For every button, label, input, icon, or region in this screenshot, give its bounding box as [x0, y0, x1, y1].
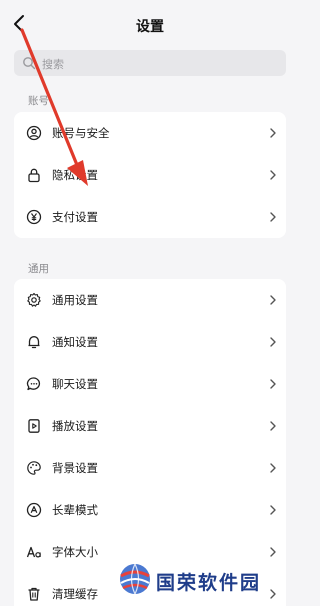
- chevron-right-icon: [270, 421, 276, 431]
- palette-icon: [27, 461, 41, 475]
- chevron-right-icon: [270, 379, 276, 389]
- settings-item-elder-mode[interactable]: 长辈模式: [14, 489, 286, 531]
- chevron-right-icon: [270, 212, 276, 222]
- settings-item-label: 播放设置: [52, 419, 98, 433]
- watermark-text: 国荣软件园: [156, 572, 262, 594]
- settings-item-label: 聊天设置: [52, 377, 98, 391]
- settings-item-notifications[interactable]: 通知设置: [14, 321, 286, 363]
- chevron-right-icon: [270, 128, 276, 138]
- search-input[interactable]: 搜索: [14, 50, 286, 76]
- search-placeholder: 搜索: [42, 58, 64, 71]
- chevron-right-icon: [270, 547, 276, 557]
- header: 设置: [0, 0, 300, 46]
- trash-icon: [28, 587, 40, 601]
- settings-item-label: 账号与安全: [52, 126, 110, 140]
- settings-item-playback[interactable]: 播放设置: [14, 405, 286, 447]
- settings-item-label: 隐私设置: [52, 168, 98, 182]
- yen-icon: [26, 209, 42, 225]
- settings-item-label: 字体大小: [52, 545, 98, 559]
- settings-item-payment[interactable]: 支付设置: [14, 196, 286, 238]
- section-label-general: 通用: [28, 263, 49, 275]
- play-file-icon: [28, 419, 40, 433]
- elder-mode-icon: [26, 502, 42, 518]
- globe-logo-icon: [120, 563, 150, 595]
- chevron-right-icon: [270, 505, 276, 515]
- settings-item-account-security[interactable]: 账号与安全: [14, 112, 286, 154]
- chevron-right-icon: [270, 463, 276, 473]
- settings-item-label: 背景设置: [52, 461, 98, 475]
- settings-item-label: 通用设置: [52, 293, 98, 307]
- chevron-right-icon: [270, 337, 276, 347]
- watermark: 国荣软件园: [118, 560, 298, 600]
- page-title: 设置: [136, 19, 164, 35]
- bell-icon: [28, 336, 40, 349]
- gear-icon: [27, 292, 41, 307]
- settings-item-chat[interactable]: 聊天设置: [14, 363, 286, 405]
- lock-icon: [28, 168, 40, 183]
- chat-bubble-icon: [26, 377, 40, 391]
- user-circle-icon: [26, 125, 42, 141]
- settings-item-privacy[interactable]: 隐私设置: [14, 154, 286, 196]
- general-settings-card: 通用设置 通知设置 聊天设置 播放设置 背景设置 长辈模式 字体大小 清理缓存: [14, 279, 286, 606]
- section-label-account: 账号: [28, 95, 49, 107]
- settings-item-label: 清理缓存: [52, 587, 98, 601]
- account-settings-card: 账号与安全 隐私设置 支付设置: [14, 112, 286, 238]
- settings-screen: 设置 搜索 账号 账号与安全 隐私设置 支付设置 通用 通用设置 通知设置 聊天…: [0, 0, 300, 606]
- settings-item-label: 支付设置: [52, 210, 98, 224]
- settings-item-label: 通知设置: [52, 335, 98, 349]
- settings-item-general[interactable]: 通用设置: [14, 279, 286, 321]
- chevron-right-icon: [270, 170, 276, 180]
- settings-item-background[interactable]: 背景设置: [14, 447, 286, 489]
- search-icon: [23, 57, 36, 70]
- font-size-icon: [26, 546, 41, 558]
- settings-item-label: 长辈模式: [52, 503, 98, 517]
- chevron-right-icon: [270, 295, 276, 305]
